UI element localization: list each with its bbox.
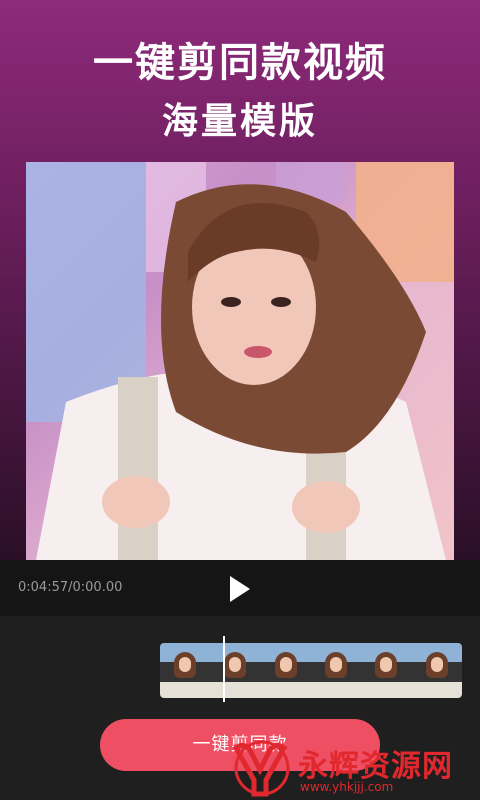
timeline-playhead[interactable]: [223, 636, 225, 702]
filmstrip-frame: [411, 643, 462, 698]
headline-title: 一键剪同款视频: [93, 40, 387, 86]
headline-subtitle: 海量模版: [161, 101, 318, 142]
watermark-logo: 永辉资源网 www.yhkjjj.com: [230, 738, 480, 800]
filmstrip-frame: [310, 643, 362, 698]
filmstrip-frame: [210, 643, 261, 698]
video-preview[interactable]: [26, 162, 454, 560]
watermark-emblem-icon: [232, 740, 290, 797]
play-icon: [230, 576, 250, 602]
watermark-url: www.yhkjjj.com: [300, 780, 394, 794]
watermark-text: 永辉资源网: [298, 749, 453, 784]
play-button[interactable]: [228, 575, 252, 603]
filmstrip-frame: [260, 643, 311, 698]
filmstrip-frame: [361, 643, 412, 698]
filmstrip-frame: [160, 643, 211, 698]
playback-time: 0:04:57/0:00.00: [18, 580, 123, 595]
video-frame-image: [26, 162, 454, 560]
video-filmstrip[interactable]: [160, 643, 462, 698]
